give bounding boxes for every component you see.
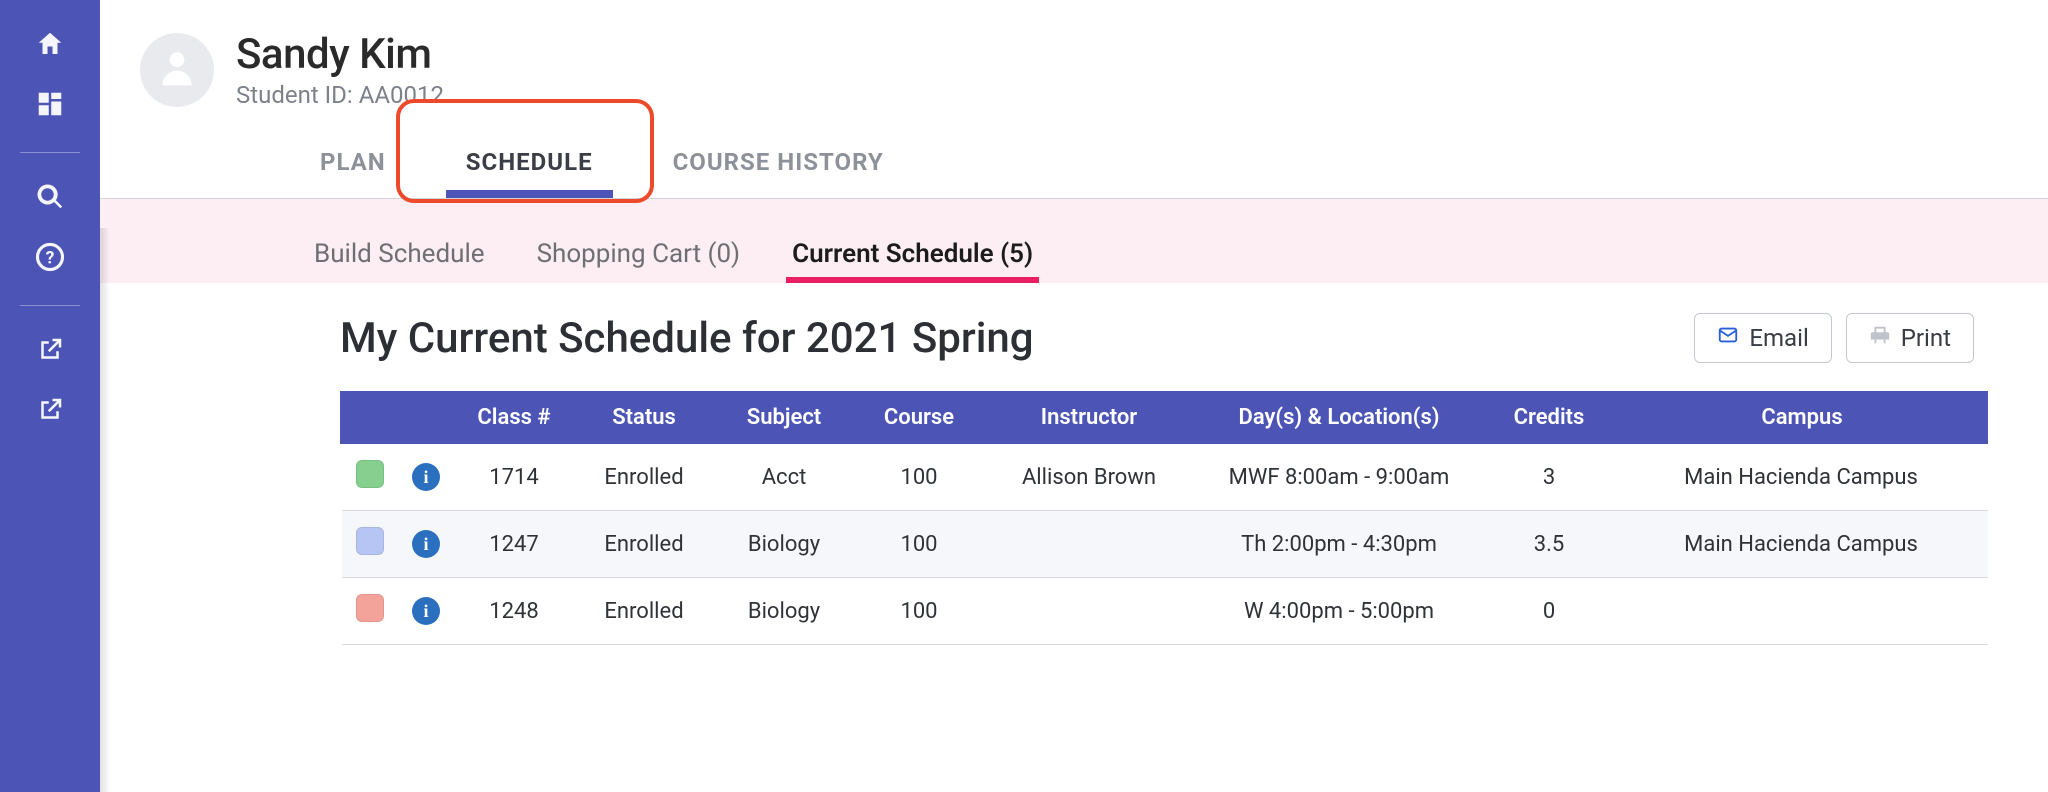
table-header: Class # Status Subject Course Instructor… — [342, 391, 1988, 444]
th-course[interactable]: Course — [854, 391, 984, 444]
table-row[interactable]: i 1248 Enrolled Biology 100 W 4:00pm - 5… — [342, 578, 1988, 645]
cell-day-loc: Th 2:00pm - 4:30pm — [1194, 511, 1484, 578]
content: My Current Schedule for 2021 Spring Emai… — [100, 283, 2048, 645]
sidebar-divider-2 — [20, 305, 80, 306]
nav-external-1[interactable] — [22, 324, 78, 380]
nav-search[interactable] — [22, 171, 78, 227]
primary-tabs: PLAN SCHEDULE COURSE HISTORY — [100, 127, 2048, 199]
nav-dashboard[interactable] — [22, 78, 78, 134]
student-name-block: Sandy Kim Student ID: AA0012 — [236, 30, 444, 109]
cell-credits: 0 — [1484, 578, 1614, 645]
tab-plan[interactable]: PLAN — [280, 130, 426, 198]
th-credits[interactable]: Credits — [1484, 391, 1614, 444]
tab-schedule[interactable]: SCHEDULE — [426, 130, 633, 198]
help-icon: ? — [35, 242, 65, 277]
print-button-label: Print — [1901, 324, 1951, 352]
cell-subject: Biology — [714, 578, 854, 645]
schedule-table: Class # Status Subject Course Instructor… — [340, 391, 1988, 645]
student-name: Sandy Kim — [236, 30, 444, 79]
th-day-loc[interactable]: Day(s) & Location(s) — [1194, 391, 1484, 444]
dashboard-icon — [35, 89, 65, 124]
search-icon — [35, 182, 65, 217]
cell-class-no: 1714 — [454, 444, 574, 511]
th-status[interactable]: Status — [574, 391, 714, 444]
cell-day-loc: W 4:00pm - 5:00pm — [1194, 578, 1484, 645]
cell-subject: Acct — [714, 444, 854, 511]
cell-credits: 3.5 — [1484, 511, 1614, 578]
sidebar: ? — [0, 0, 100, 792]
content-header: My Current Schedule for 2021 Spring Emai… — [340, 313, 1988, 363]
cell-status: Enrolled — [574, 511, 714, 578]
cell-course: 100 — [854, 578, 984, 645]
cell-day-loc: MWF 8:00am - 9:00am — [1194, 444, 1484, 511]
sub-tab-strip: Build Schedule Shopping Cart (0) Current… — [100, 199, 2048, 283]
color-swatch — [356, 460, 384, 488]
cell-campus: Main Hacienda Campus — [1614, 444, 1988, 511]
email-button[interactable]: Email — [1694, 313, 1831, 363]
color-swatch — [356, 527, 384, 555]
user-icon — [155, 45, 199, 94]
cell-instructor — [984, 578, 1194, 645]
student-header: Sandy Kim Student ID: AA0012 — [100, 0, 2048, 127]
th-subject[interactable]: Subject — [714, 391, 854, 444]
subtab-shopping-cart[interactable]: Shopping Cart (0) — [537, 239, 741, 283]
table-row[interactable]: i 1247 Enrolled Biology 100 Th 2:00pm - … — [342, 511, 1988, 578]
email-button-label: Email — [1749, 324, 1808, 352]
th-info — [398, 391, 454, 444]
cell-course: 100 — [854, 444, 984, 511]
subtab-build-schedule[interactable]: Build Schedule — [314, 239, 485, 283]
page-title: My Current Schedule for 2021 Spring — [340, 314, 1034, 363]
cell-credits: 3 — [1484, 444, 1614, 511]
home-icon — [35, 29, 65, 64]
external-link-icon-2 — [35, 395, 65, 430]
mail-icon — [1717, 324, 1739, 352]
main: Sandy Kim Student ID: AA0012 PLAN SCHEDU… — [100, 0, 2048, 792]
color-swatch — [356, 594, 384, 622]
cell-campus — [1614, 578, 1988, 645]
action-buttons: Email Print — [1694, 313, 1974, 363]
cell-status: Enrolled — [574, 578, 714, 645]
info-icon[interactable]: i — [412, 530, 440, 558]
nav-external-2[interactable] — [22, 384, 78, 440]
sidebar-divider — [20, 152, 80, 153]
tab-course-history[interactable]: COURSE HISTORY — [633, 130, 924, 198]
cell-class-no: 1248 — [454, 578, 574, 645]
th-class-no[interactable]: Class # — [454, 391, 574, 444]
subtab-current-schedule[interactable]: Current Schedule (5) — [792, 239, 1033, 283]
th-instructor[interactable]: Instructor — [984, 391, 1194, 444]
print-button[interactable]: Print — [1846, 313, 1974, 363]
cell-instructor: Allison Brown — [984, 444, 1194, 511]
th-swatch — [342, 391, 398, 444]
nav-home[interactable] — [22, 18, 78, 74]
th-campus[interactable]: Campus — [1614, 391, 1988, 444]
nav-help[interactable]: ? — [22, 231, 78, 287]
app-root: ? Sandy Kim Student ID: AA0012 — [0, 0, 2048, 792]
avatar — [140, 33, 214, 107]
table-row[interactable]: i 1714 Enrolled Acct 100 Allison Brown M… — [342, 444, 1988, 511]
cell-course: 100 — [854, 511, 984, 578]
table-body: i 1714 Enrolled Acct 100 Allison Brown M… — [342, 444, 1988, 645]
info-icon[interactable]: i — [412, 597, 440, 625]
student-id: Student ID: AA0012 — [236, 81, 444, 109]
print-icon — [1869, 324, 1891, 352]
cell-status: Enrolled — [574, 444, 714, 511]
external-link-icon — [35, 335, 65, 370]
cell-class-no: 1247 — [454, 511, 574, 578]
cell-campus: Main Hacienda Campus — [1614, 511, 1988, 578]
secondary-tabs: Build Schedule Shopping Cart (0) Current… — [100, 213, 2048, 283]
cell-instructor — [984, 511, 1194, 578]
cell-subject: Biology — [714, 511, 854, 578]
svg-text:?: ? — [46, 248, 55, 268]
info-icon[interactable]: i — [412, 463, 440, 491]
